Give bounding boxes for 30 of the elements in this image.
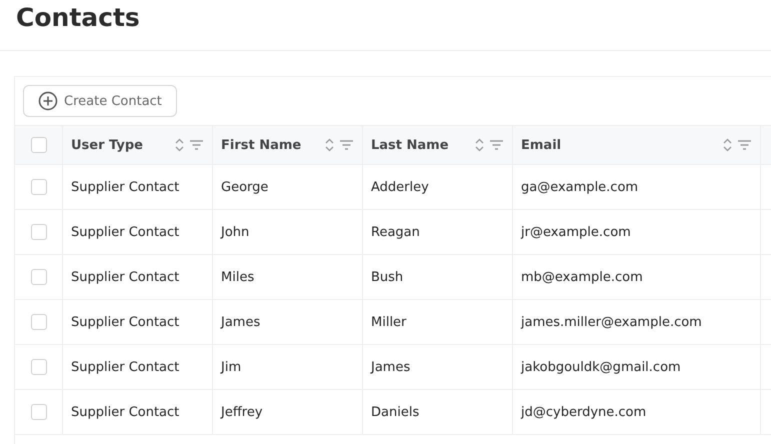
table-cell: jakobgouldk@gmail.com [521, 360, 681, 374]
table-cell: Jeffrey [221, 404, 263, 420]
column-header[interactable]: User Type [63, 126, 213, 164]
table-cell: mb@example.com [521, 270, 643, 284]
table-cell: James [371, 360, 410, 374]
table-cell: Supplier Contact [71, 360, 180, 374]
table-cell: Adderley [371, 180, 429, 194]
table-cell: Jim [221, 360, 242, 374]
table-cell: Miles [221, 270, 254, 284]
column-header[interactable]: First Name [213, 126, 363, 164]
table-cell: Bush [371, 270, 404, 284]
table-cell: Miller [371, 314, 406, 330]
table-cell: Supplier Contact [71, 224, 180, 240]
table-cell: jr@example.com [521, 224, 631, 240]
table-cell: Reagan [371, 224, 420, 240]
table-cell: Supplier Contact [71, 314, 180, 330]
page-title: Contacts [0, 0, 771, 51]
table-cell: George [221, 180, 268, 194]
table-cell: Supplier Contact [71, 270, 180, 284]
column-header[interactable]: Last Name [363, 126, 513, 164]
table-cell: Supplier Contact [71, 180, 180, 194]
table-cell: james.miller@example.com [521, 314, 702, 330]
table-cell: James [221, 314, 260, 330]
table-cell: John [221, 224, 250, 240]
table-cell: Supplier Contact [71, 404, 180, 420]
table-cell: ga@example.com [521, 180, 638, 194]
table-cell: jd@cyberdyne.com [521, 404, 646, 420]
table-cell: Daniels [371, 404, 420, 420]
create-contact-button[interactable]: Create Contact [23, 85, 177, 117]
column-header[interactable]: Email [513, 126, 761, 164]
